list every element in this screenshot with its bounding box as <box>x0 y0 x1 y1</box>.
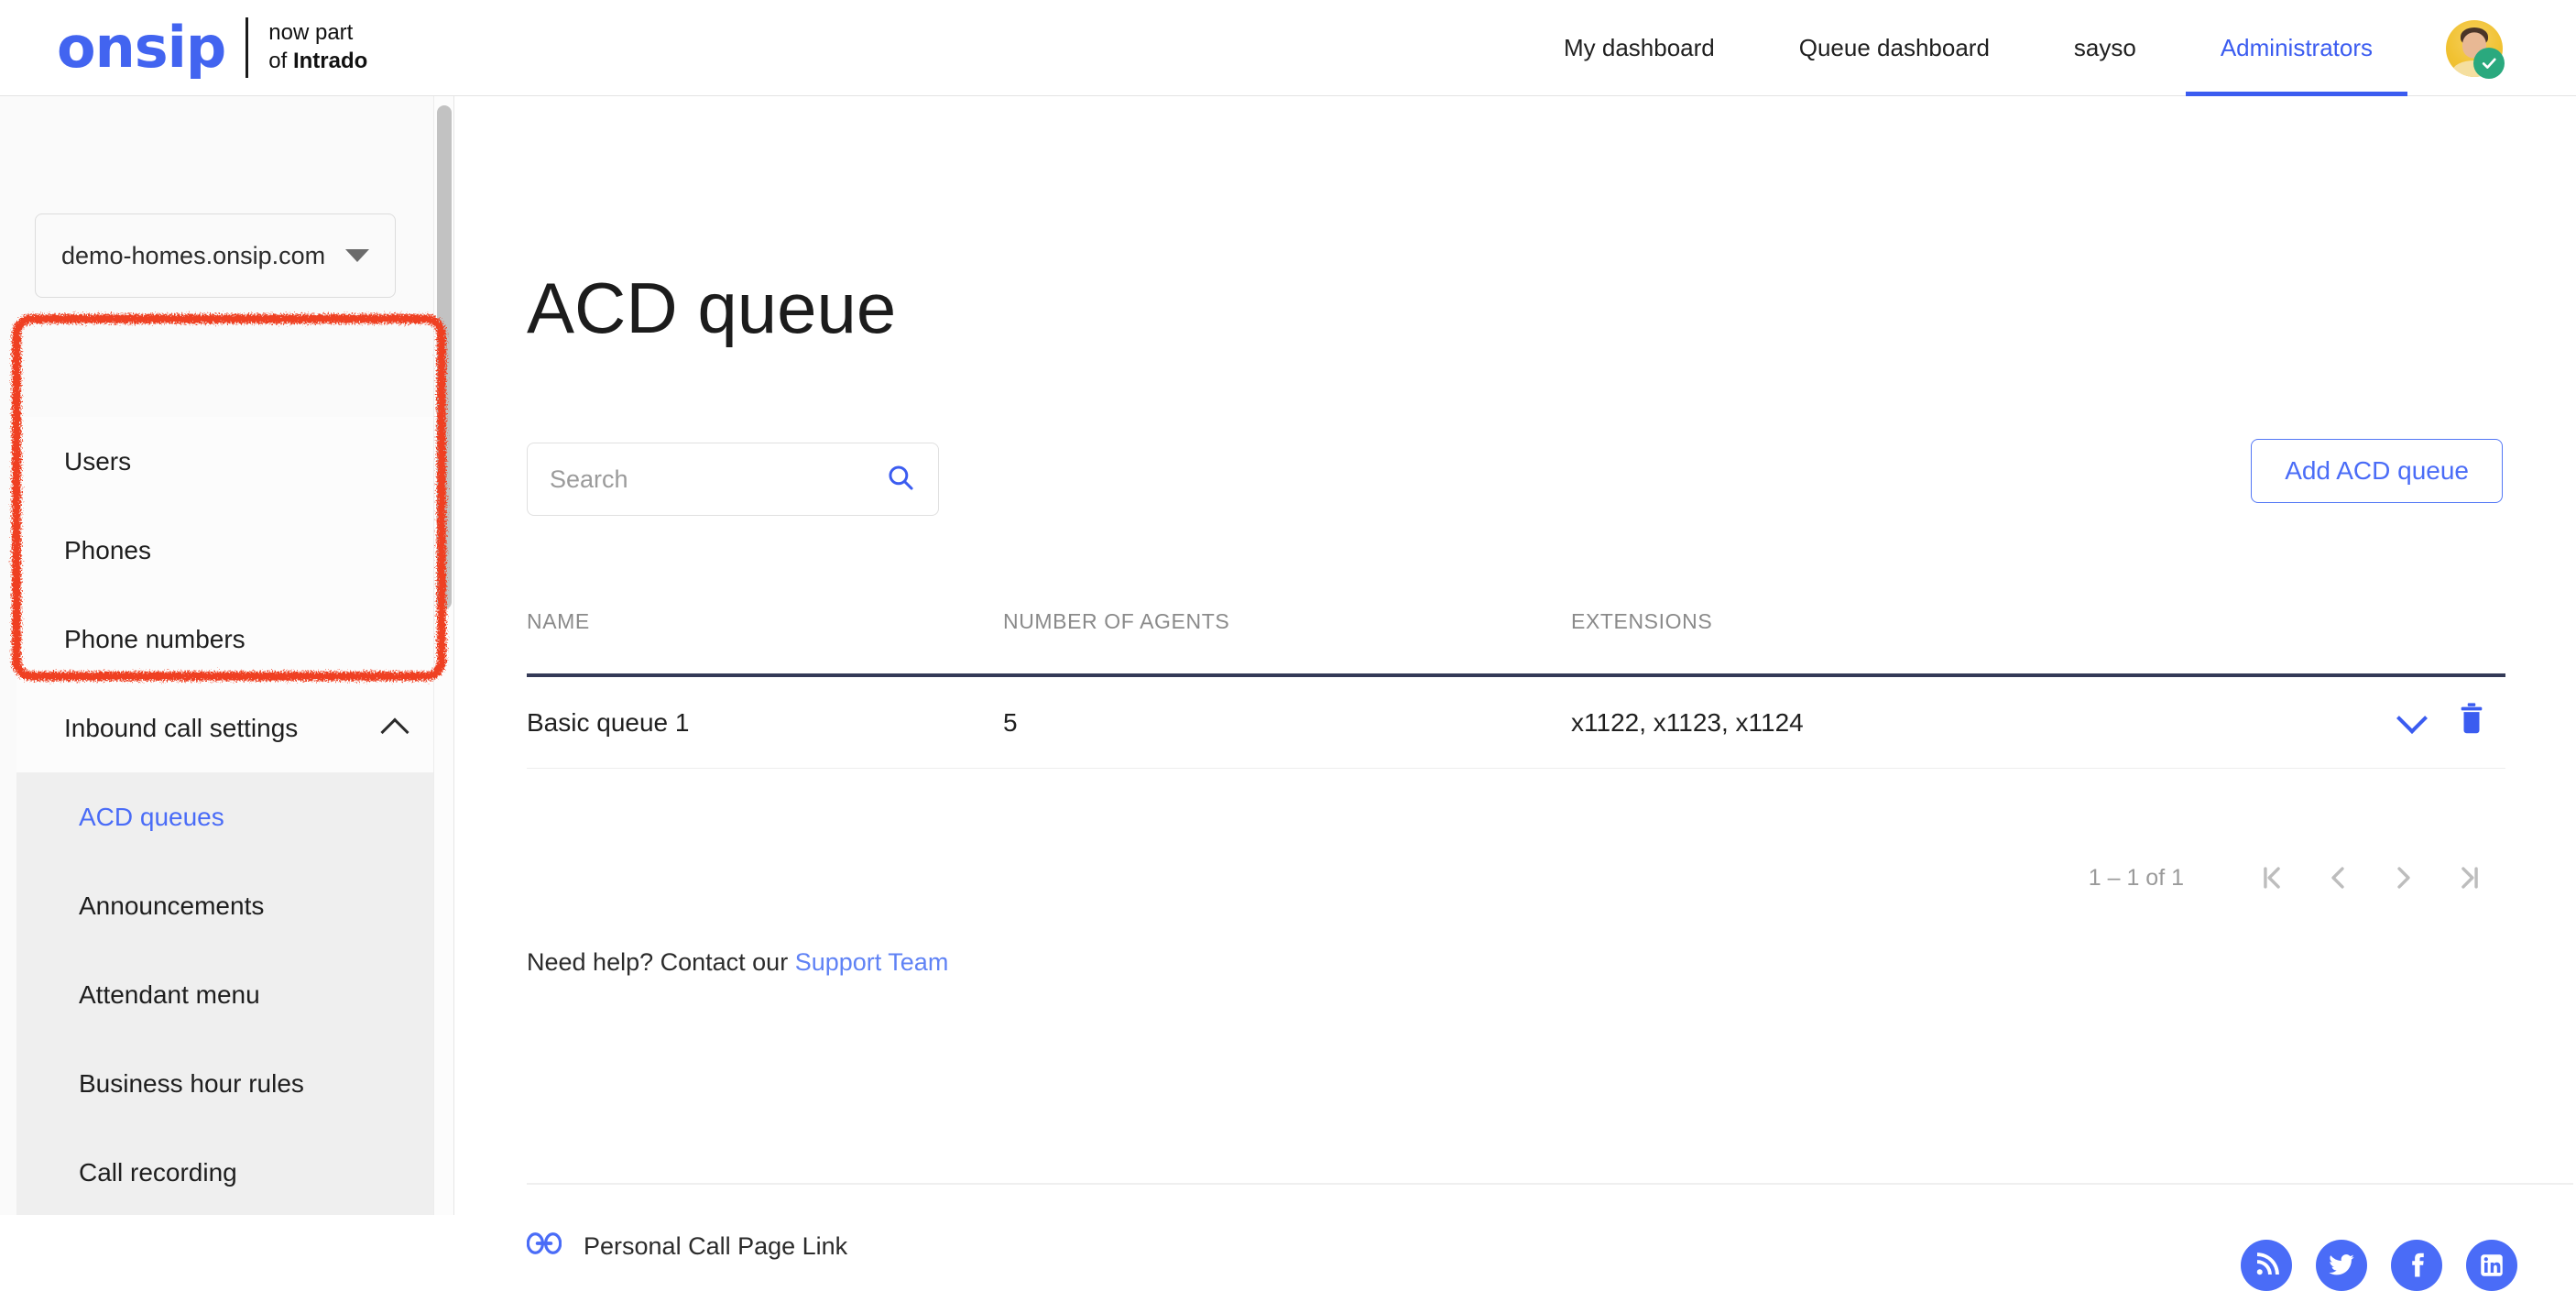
personal-call-page-link-label: Personal Call Page Link <box>584 1232 847 1261</box>
sidebar-item-users[interactable]: Users <box>16 417 438 506</box>
nav-item-my-dashboard[interactable]: My dashboard <box>1522 0 1757 96</box>
sidebar-menu: Users Phones Phone numbers Inbound call … <box>16 417 438 1215</box>
column-header-extensions: EXTENSIONS <box>1571 598 2386 634</box>
linkedin-icon[interactable] <box>2466 1240 2517 1291</box>
sidebar-item-label: ACD queues <box>79 803 224 832</box>
sidebar-item-inbound-call-settings[interactable]: Inbound call settings <box>16 684 438 772</box>
logo-tagline-of: of <box>268 49 293 73</box>
sidebar-item-attendant-menu[interactable]: Attendant menu <box>16 950 438 1039</box>
sidebar-item-announcements[interactable]: Announcements <box>16 861 438 950</box>
acd-queue-table: NAME NUMBER OF AGENTS EXTENSIONS Basic q… <box>527 598 2505 769</box>
logo-tagline: now part of Intrado <box>268 19 367 75</box>
sidebar-item-label: Inbound call settings <box>64 714 298 743</box>
last-page-button[interactable] <box>2437 852 2503 903</box>
sidebar-scrollbar-thumb[interactable] <box>437 105 452 609</box>
chevron-down-icon <box>345 249 369 262</box>
main-nav: My dashboard Queue dashboard sayso Admin… <box>1522 0 2503 96</box>
footer-divider <box>527 1183 2573 1185</box>
link-chain-icon <box>527 1232 562 1261</box>
first-page-button[interactable] <box>2239 852 2305 903</box>
intrado-brand: Intrado <box>293 49 367 73</box>
nav-item-administrators[interactable]: Administrators <box>2178 0 2415 96</box>
top-header: onsip now part of Intrado My dashboard Q… <box>0 0 2576 96</box>
sidebar-item-label: Announcements <box>79 892 264 921</box>
support-team-link[interactable]: Support Team <box>795 948 949 976</box>
logo-divider <box>246 17 248 78</box>
sidebar-item-label: Users <box>64 447 131 476</box>
chevron-up-icon[interactable] <box>380 717 409 746</box>
account-select[interactable]: demo-homes.onsip.com <box>35 213 396 298</box>
sidebar-item-label: Phone numbers <box>64 625 246 654</box>
rss-icon[interactable] <box>2241 1240 2292 1291</box>
sidebar-scrollbar[interactable] <box>433 96 453 1215</box>
sidebar-item-call-recording[interactable]: Call recording <box>16 1128 438 1215</box>
brand-logo[interactable]: onsip now part of Intrado <box>57 17 367 78</box>
verified-check-icon <box>2473 48 2505 79</box>
column-header-name: NAME <box>527 598 1003 634</box>
help-text: Need help? Contact our Support Team <box>527 948 948 977</box>
sidebar-item-phone-numbers[interactable]: Phone numbers <box>16 595 438 684</box>
delete-row-trash-icon[interactable] <box>2456 702 2487 743</box>
main-content: ACD queue Add ACD queue NAME NUMBER OF A… <box>455 96 2576 1215</box>
logo-tagline-line1: now part <box>268 19 367 48</box>
logo-tagline-line2: of Intrado <box>268 48 367 76</box>
page-title: ACD queue <box>527 267 896 350</box>
nav-item-sayso[interactable]: sayso <box>2032 0 2178 96</box>
sidebar: demo-homes.onsip.com Users Phones Phone … <box>0 96 454 1215</box>
column-header-number-of-agents: NUMBER OF AGENTS <box>1003 598 1571 634</box>
sidebar-item-label: Attendant menu <box>79 980 260 1010</box>
twitter-icon[interactable] <box>2316 1240 2367 1291</box>
previous-page-button[interactable] <box>2305 852 2371 903</box>
table-row[interactable]: Basic queue 1 5 x1122, x1123, x1124 <box>527 677 2505 769</box>
pagination: 1 – 1 of 1 <box>2089 852 2503 903</box>
account-select-value: demo-homes.onsip.com <box>61 242 345 270</box>
cell-number-of-agents: 5 <box>1003 708 1571 738</box>
facebook-icon[interactable] <box>2391 1240 2442 1291</box>
personal-call-page-link[interactable]: Personal Call Page Link <box>527 1232 847 1261</box>
sidebar-item-label: Call recording <box>79 1158 237 1187</box>
table-header-row: NAME NUMBER OF AGENTS EXTENSIONS <box>527 598 2505 677</box>
search-icon[interactable] <box>885 462 916 498</box>
expand-row-chevron-down-icon[interactable] <box>2396 703 2428 734</box>
sidebar-item-business-hour-rules[interactable]: Business hour rules <box>16 1039 438 1128</box>
row-actions <box>2401 702 2505 743</box>
column-header-actions <box>2386 598 2505 609</box>
search-input[interactable] <box>550 465 885 494</box>
sidebar-item-label: Phones <box>64 536 151 565</box>
user-avatar-wrapper[interactable] <box>2415 20 2503 77</box>
onsip-wordmark: onsip <box>57 19 225 76</box>
social-links <box>2241 1240 2517 1291</box>
sidebar-item-acd-queues[interactable]: ACD queues <box>16 772 438 861</box>
help-text-prefix: Need help? Contact our <box>527 948 795 976</box>
add-acd-queue-button[interactable]: Add ACD queue <box>2251 439 2503 503</box>
sidebar-item-phones[interactable]: Phones <box>16 506 438 595</box>
next-page-button[interactable] <box>2371 852 2437 903</box>
pagination-range: 1 – 1 of 1 <box>2089 865 2184 892</box>
sidebar-item-label: Business hour rules <box>79 1069 304 1099</box>
nav-item-queue-dashboard[interactable]: Queue dashboard <box>1757 0 2032 96</box>
cell-name: Basic queue 1 <box>527 708 1003 738</box>
search-field[interactable] <box>527 443 939 516</box>
cell-extensions: x1122, x1123, x1124 <box>1571 708 2401 738</box>
